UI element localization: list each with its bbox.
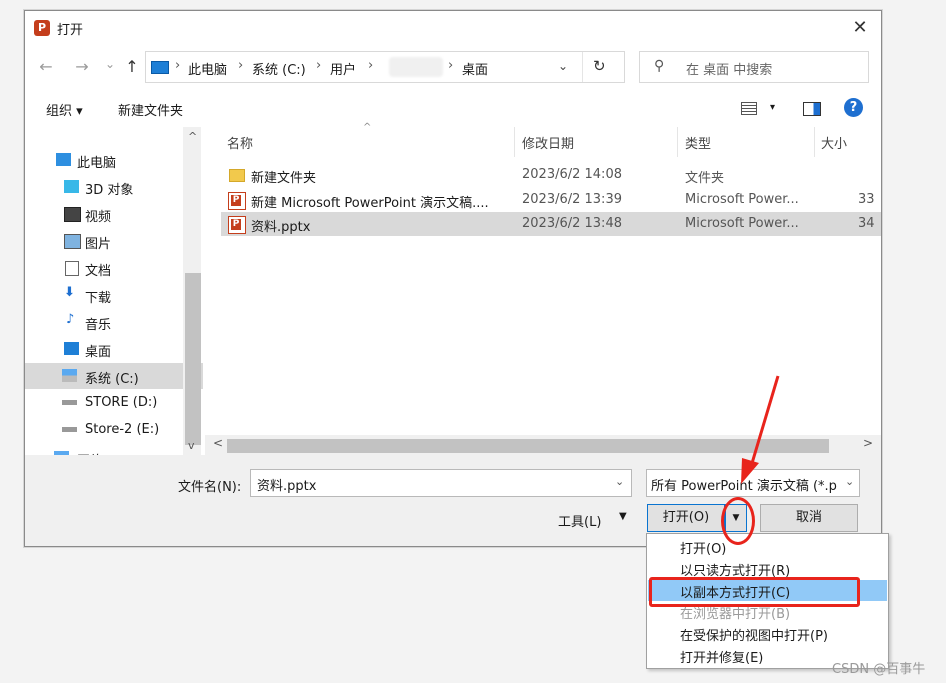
annotation-highlight-box [649,577,860,607]
watermark: CSDN @百事牛 [832,662,926,677]
annotation-circle [721,497,755,545]
